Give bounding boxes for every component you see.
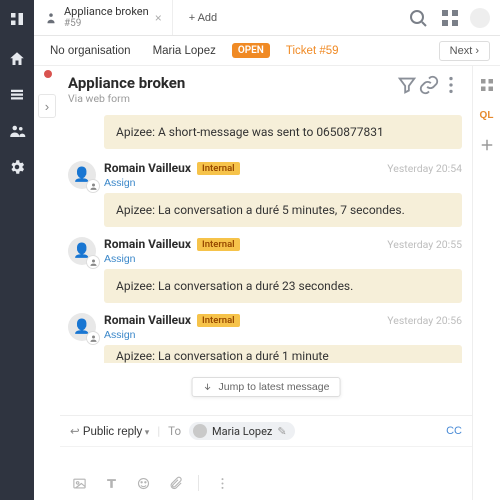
- text-format-icon[interactable]: [102, 474, 120, 492]
- nav-customers[interactable]: [6, 120, 28, 142]
- assign-button[interactable]: Assign: [104, 253, 136, 265]
- internal-badge: Internal: [197, 238, 240, 251]
- editor-more-icon[interactable]: [213, 474, 231, 492]
- tab-close-button[interactable]: ×: [155, 11, 162, 25]
- message-author: Romain Vailleux: [104, 313, 191, 327]
- jump-to-latest-button[interactable]: Jump to latest message: [192, 377, 341, 397]
- add-panel-button[interactable]: [478, 136, 496, 154]
- message-time: Yesterday 20:54: [387, 162, 462, 175]
- message-body: Apizee: La conversation a duré 1 minute: [104, 345, 462, 363]
- insert-image-icon[interactable]: [70, 474, 88, 492]
- filter-icon[interactable]: [396, 74, 418, 96]
- next-ticket-button[interactable]: Next: [439, 41, 490, 61]
- jump-label: Jump to latest message: [219, 381, 330, 393]
- channel-badge-icon: [86, 255, 100, 269]
- expand-sidebar-button[interactable]: ›: [38, 94, 56, 118]
- message-body: Apizee: La conversation a duré 23 second…: [104, 269, 462, 303]
- page-title: Appliance broken: [68, 74, 185, 92]
- message-author: Romain Vailleux: [104, 161, 191, 175]
- apps-grid-icon[interactable]: [478, 76, 496, 94]
- reply-to-label: To: [168, 424, 181, 438]
- app-logo[interactable]: [6, 8, 28, 30]
- nav-overview[interactable]: [6, 84, 28, 106]
- internal-badge: Internal: [197, 314, 240, 327]
- tab-subtitle: #59: [64, 18, 149, 29]
- right-rail: QL: [472, 66, 500, 500]
- breadcrumb: No organisation Maria Lopez OPEN Ticket …: [34, 36, 500, 66]
- cc-button[interactable]: CC: [446, 425, 462, 437]
- message-time: Yesterday 20:56: [387, 314, 462, 327]
- crumb-org[interactable]: No organisation: [44, 43, 137, 59]
- message-time: Yesterday 20:55: [387, 238, 462, 251]
- reply-bar: Public reply | To Maria Lopez ✎ CC: [60, 415, 472, 446]
- nav-home[interactable]: [6, 48, 28, 70]
- arrow-down-icon: [203, 382, 213, 392]
- internal-badge: Internal: [197, 162, 240, 175]
- status-badge: OPEN: [232, 43, 270, 58]
- recipient-avatar: [193, 424, 207, 438]
- crumb-ticket[interactable]: Ticket #59: [280, 43, 345, 59]
- ticket-icon: [44, 11, 58, 25]
- recipient-name: Maria Lopez: [212, 425, 272, 438]
- channel-badge-icon: [86, 331, 100, 345]
- link-icon[interactable]: [418, 74, 440, 96]
- message-item: 👤 Romain Vailleux Internal Yesterday 20:…: [68, 233, 462, 305]
- assign-button[interactable]: Assign: [104, 177, 136, 189]
- integration-icon[interactable]: QL: [478, 106, 496, 124]
- tab-ticket-59[interactable]: Appliance broken #59 ×: [34, 0, 173, 35]
- system-note: Apizee: A short-message was sent to 0650…: [104, 115, 462, 149]
- ticket-source: Via web form: [68, 92, 185, 105]
- emoji-icon[interactable]: [134, 474, 152, 492]
- recipient-chip[interactable]: Maria Lopez ✎: [189, 422, 295, 440]
- nav-settings[interactable]: [6, 156, 28, 178]
- ticket-header: Appliance broken Via web form: [60, 66, 472, 111]
- attachment-icon[interactable]: [166, 474, 184, 492]
- reply-mode-selector[interactable]: Public reply: [70, 424, 149, 438]
- apps-icon[interactable]: [438, 6, 462, 30]
- reply-editor[interactable]: [60, 446, 472, 500]
- current-user-avatar[interactable]: [470, 8, 490, 28]
- tab-bar: Appliance broken #59 × + Add: [34, 0, 500, 36]
- pencil-icon: ✎: [277, 425, 286, 438]
- add-tab-button[interactable]: + Add: [181, 8, 225, 28]
- more-icon[interactable]: [440, 74, 462, 96]
- left-nav-rail: [0, 0, 34, 500]
- assign-button[interactable]: Assign: [104, 329, 136, 341]
- editor-toolbar: [70, 474, 231, 492]
- message-item: 👤 Romain Vailleux Internal Yesterday 20:…: [68, 157, 462, 229]
- search-icon[interactable]: [406, 6, 430, 30]
- message-body: Apizee: La conversation a duré 5 minutes…: [104, 193, 462, 227]
- message-list[interactable]: Apizee: A short-message was sent to 0650…: [60, 111, 472, 415]
- channel-badge-icon: [86, 179, 100, 193]
- crumb-user[interactable]: Maria Lopez: [147, 43, 222, 59]
- message-author: Romain Vailleux: [104, 237, 191, 251]
- tab-title: Appliance broken: [64, 6, 149, 18]
- message-item: 👤 Romain Vailleux Internal Yesterday 20:…: [68, 309, 462, 365]
- unread-indicator: [44, 70, 52, 78]
